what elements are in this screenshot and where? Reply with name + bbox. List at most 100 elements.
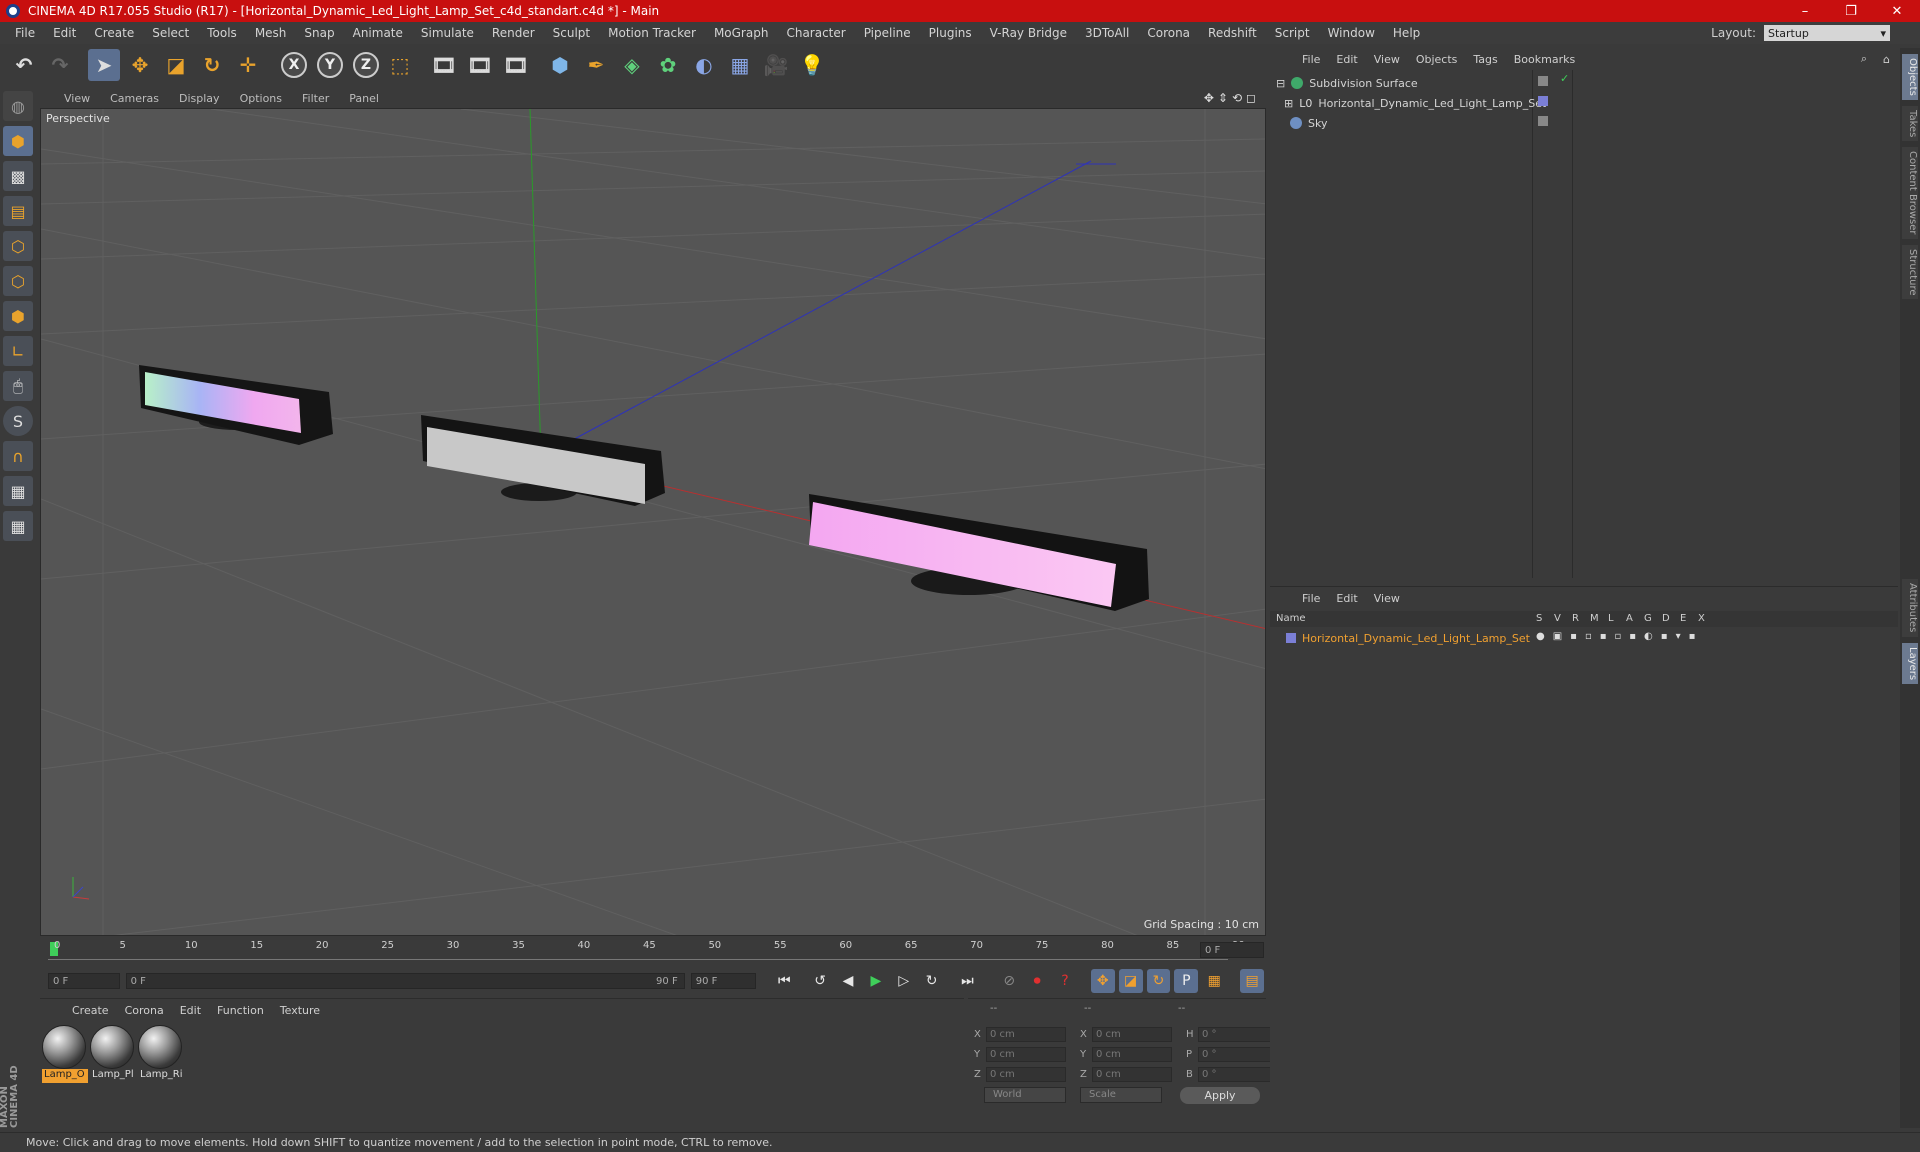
key-scale-icon[interactable]: ◪ <box>1118 969 1143 993</box>
undo-icon[interactable]: ↶ <box>8 49 40 81</box>
timeline-window-icon[interactable]: ▤ <box>1240 969 1265 993</box>
search-icon[interactable]: ⌕ <box>1853 52 1875 66</box>
z-axis-lock-button[interactable]: Z <box>353 52 379 78</box>
size-mode-dropdown[interactable]: Scale <box>1080 1087 1162 1103</box>
material-menu-function[interactable]: Function <box>209 1004 272 1017</box>
viewport-menu-view[interactable]: View <box>54 92 100 105</box>
material-swatch[interactable]: Lamp_O <box>42 1025 88 1083</box>
subdivision-edit-tag[interactable] <box>1538 76 1548 86</box>
workplane-lock-icon[interactable]: ▦ <box>3 476 33 506</box>
material-swatch[interactable]: Lamp_Ri <box>138 1025 184 1083</box>
layer-menu-file[interactable]: File <box>1294 592 1328 605</box>
light-icon[interactable]: 💡 <box>796 49 828 81</box>
object-menu-edit[interactable]: Edit <box>1328 53 1365 66</box>
deformer-icon[interactable]: ◐ <box>688 49 720 81</box>
tab-attributes[interactable]: Attributes <box>1902 579 1918 637</box>
object-menu-file[interactable]: File <box>1294 53 1328 66</box>
viewport-menu-options[interactable]: Options <box>230 92 292 105</box>
solo-icon[interactable]: S <box>3 406 33 436</box>
menu-animate[interactable]: Animate <box>344 26 412 40</box>
menu-tools[interactable]: Tools <box>198 26 246 40</box>
menu-mograph[interactable]: MoGraph <box>705 26 778 40</box>
render-picture-viewer-icon[interactable]: 🎞 <box>464 49 496 81</box>
menu-vray-bridge[interactable]: V-Ray Bridge <box>981 26 1076 40</box>
floor-icon[interactable]: ▦ <box>724 49 756 81</box>
column-xref[interactable]: X <box>1698 613 1705 624</box>
tweak-mode-icon[interactable]: 🖱 <box>3 371 33 401</box>
object-menu-tags[interactable]: Tags <box>1465 53 1505 66</box>
layer-menu-edit[interactable]: Edit <box>1328 592 1365 605</box>
size-z-field[interactable]: 0 cm <box>1092 1067 1172 1082</box>
home-icon[interactable]: ⌂ <box>1875 53 1898 66</box>
key-position-icon[interactable]: ✥ <box>1090 969 1115 993</box>
object-row-lamp-set[interactable]: ⊞ L0 Horizontal_Dynamic_Led_Light_Lamp_S… <box>1284 94 1546 112</box>
lamp-right[interactable] <box>809 494 1149 611</box>
viewport-menu-cameras[interactable]: Cameras <box>100 92 169 105</box>
start-frame-field[interactable]: 0 F <box>48 973 120 989</box>
menu-help[interactable]: Help <box>1384 26 1429 40</box>
column-locked[interactable]: L <box>1608 613 1614 624</box>
points-mode-icon[interactable]: ⬡ <box>3 231 33 261</box>
menu-pipeline[interactable]: Pipeline <box>855 26 920 40</box>
x-axis-lock-button[interactable]: X <box>281 52 307 78</box>
key-rotation-icon[interactable]: ↻ <box>1146 969 1171 993</box>
column-expressions[interactable]: E <box>1680 613 1686 624</box>
tree-collapse-icon[interactable]: ⊟ <box>1276 77 1285 90</box>
play-icon[interactable]: ▶ <box>864 969 888 993</box>
coordinate-system-icon[interactable]: ⬚ <box>384 49 416 81</box>
menu-3dtoall[interactable]: 3DToAll <box>1076 26 1138 40</box>
previous-frame-icon[interactable]: ◀ <box>836 969 860 993</box>
tab-objects[interactable]: Objects <box>1902 54 1918 100</box>
viewport-menu-panel[interactable]: Panel <box>339 92 389 105</box>
scale-tool-icon[interactable]: ◪ <box>160 49 192 81</box>
next-key-icon[interactable]: ↻ <box>920 969 944 993</box>
preview-range-slider[interactable]: 0 F 90 F <box>125 973 685 989</box>
menu-file[interactable]: File <box>6 26 44 40</box>
layout-dropdown[interactable]: Startup ▾ <box>1764 25 1890 41</box>
column-name[interactable]: Name <box>1276 613 1306 624</box>
material-menu-texture[interactable]: Texture <box>272 1004 328 1017</box>
texture-mode-icon[interactable]: ▩ <box>3 161 33 191</box>
timeline-ruler[interactable]: 051015202530354045505560657075808590 0 F <box>40 936 1266 964</box>
sky-edit-tag[interactable] <box>1538 116 1548 126</box>
object-row-subdivision-surface[interactable]: ⊟ Subdivision Surface <box>1276 74 1418 92</box>
menu-script[interactable]: Script <box>1266 26 1319 40</box>
column-render[interactable]: R <box>1572 613 1579 624</box>
keyframe-selection-icon[interactable]: ? <box>1053 969 1077 993</box>
column-generators[interactable]: G <box>1644 613 1652 624</box>
minimize-button[interactable]: – <box>1782 4 1828 19</box>
y-axis-lock-button[interactable]: Y <box>317 52 343 78</box>
render-view-icon[interactable]: 🎞 <box>428 49 460 81</box>
tab-content-browser[interactable]: Content Browser <box>1902 147 1918 239</box>
cube-primitive-icon[interactable]: ⬢ <box>544 49 576 81</box>
make-editable-icon[interactable]: ◍ <box>3 91 33 121</box>
material-menu-edit[interactable]: Edit <box>172 1004 209 1017</box>
lamp-left[interactable] <box>139 365 333 445</box>
tree-expand-icon[interactable]: ⊞ <box>1284 97 1293 110</box>
transform-tool-icon[interactable]: ✛ <box>232 49 264 81</box>
object-menu-view[interactable]: View <box>1366 53 1408 66</box>
menu-window[interactable]: Window <box>1319 26 1384 40</box>
menu-render[interactable]: Render <box>483 26 544 40</box>
current-frame-field[interactable]: 0 F <box>1200 942 1264 958</box>
rotation-p-field[interactable]: 0 ° <box>1198 1047 1278 1062</box>
grid-snap-icon[interactable]: ▦ <box>3 511 33 541</box>
check-icon[interactable]: ✓ <box>1560 72 1569 85</box>
tab-structure[interactable]: Structure <box>1902 244 1918 300</box>
object-menu-objects[interactable]: Objects <box>1408 53 1466 66</box>
menu-motion-tracker[interactable]: Motion Tracker <box>599 26 705 40</box>
spline-pen-icon[interactable]: ✒ <box>580 49 612 81</box>
lamp-center[interactable] <box>421 415 665 506</box>
autokeying-icon[interactable]: ⏺ <box>1025 969 1049 993</box>
live-selection-icon[interactable]: ➤ <box>88 49 120 81</box>
menu-simulate[interactable]: Simulate <box>412 26 483 40</box>
camera-icon[interactable]: 🎥 <box>760 49 792 81</box>
rotate-tool-icon[interactable]: ↻ <box>196 49 228 81</box>
edges-mode-icon[interactable]: ⬡ <box>3 266 33 296</box>
material-menu-corona[interactable]: Corona <box>117 1004 172 1017</box>
record-keys-icon[interactable]: ⊘ <box>997 969 1021 993</box>
menu-plugins[interactable]: Plugins <box>920 26 981 40</box>
object-menu-bookmarks[interactable]: Bookmarks <box>1506 53 1583 66</box>
viewport-navigation-icons[interactable]: ✥⇕⟲◻ <box>1204 91 1266 105</box>
object-row-sky[interactable]: Sky <box>1290 114 1327 132</box>
